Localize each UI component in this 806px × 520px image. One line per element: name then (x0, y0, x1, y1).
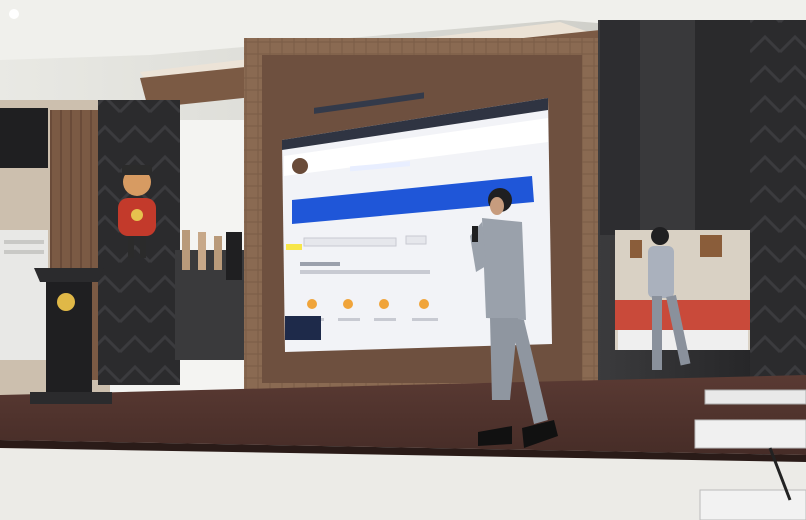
microphone-icon (472, 226, 478, 242)
event-photo (0, 0, 806, 520)
stage-equipment (175, 230, 245, 360)
highlight-marker (286, 244, 302, 250)
step-icon (419, 299, 429, 309)
step-icon (379, 299, 389, 309)
presenter-uniform (482, 218, 526, 320)
step-icon (307, 299, 317, 309)
right-wall (598, 20, 806, 420)
speaker (0, 108, 48, 168)
ceiling-light-icon (9, 9, 19, 19)
red-table (615, 300, 750, 330)
air-conditioner (0, 230, 48, 360)
screen-input-field (303, 237, 397, 247)
dark-wall-left (98, 100, 180, 385)
step-icon (343, 299, 353, 309)
app-logo-icon (292, 158, 308, 174)
screen-thumbnail (285, 316, 321, 340)
emblem-icon (57, 293, 75, 311)
